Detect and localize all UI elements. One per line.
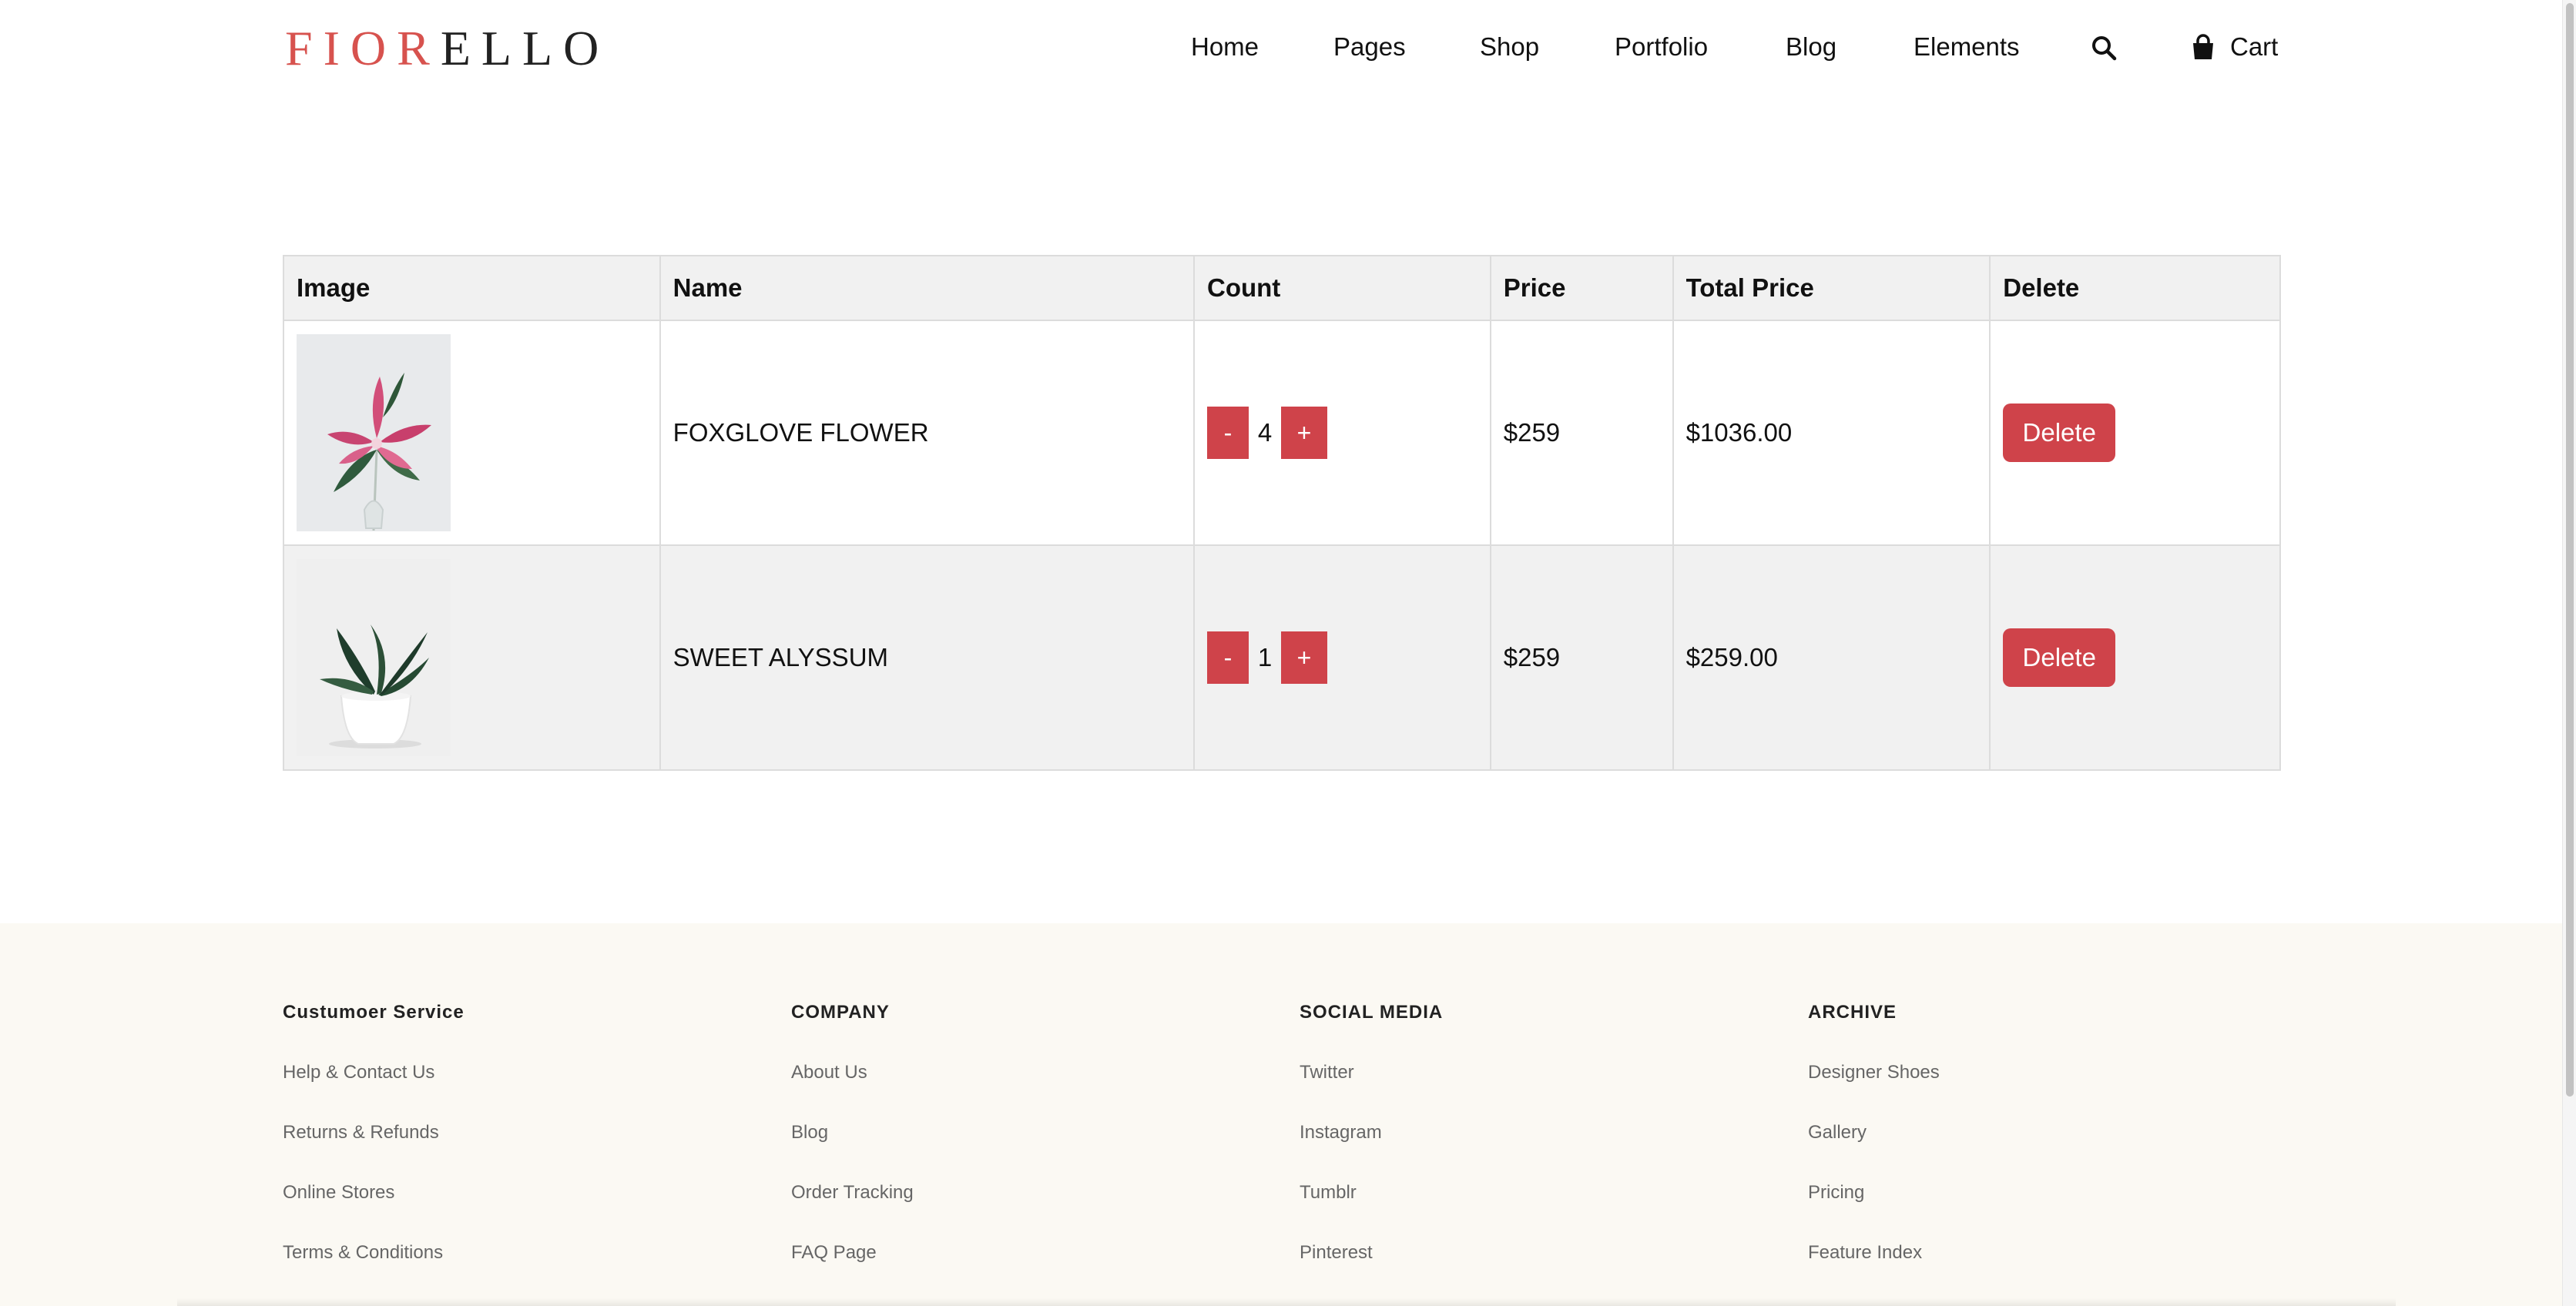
- footer-link[interactable]: Tumblr: [1300, 1148, 1443, 1208]
- site-header: FIORELLO Home Pages Shop Portfolio Blog …: [0, 0, 2576, 94]
- footer-link[interactable]: Pinterest: [1300, 1208, 1443, 1268]
- footer-link[interactable]: Blog: [791, 1088, 914, 1148]
- decrease-quantity-button[interactable]: -: [1207, 631, 1249, 684]
- site-footer: Custumoer Service Help & Contact Us Retu…: [0, 923, 2576, 1306]
- footer-link[interactable]: FAQ Page: [791, 1208, 914, 1268]
- footer-column-company: COMPANY About Us Blog Order Tracking FAQ…: [791, 997, 914, 1268]
- decrease-quantity-button[interactable]: -: [1207, 407, 1249, 459]
- count-cell: - 1 +: [1193, 544, 1491, 771]
- footer-column-title: SOCIAL MEDIA: [1300, 1002, 1444, 1023]
- product-image: [297, 559, 451, 756]
- footer-column-customer-service: Custumoer Service Help & Contact Us Retu…: [283, 997, 465, 1268]
- product-total-price: $259.00: [1672, 544, 1991, 771]
- footer-link[interactable]: Twitter: [1300, 1028, 1443, 1088]
- increase-quantity-button[interactable]: +: [1281, 631, 1327, 684]
- product-price: $259: [1489, 544, 1674, 771]
- product-image: [297, 334, 451, 531]
- footer-column-archive: ARCHIVE Designer Shoes Gallery Pricing F…: [1808, 997, 1940, 1268]
- footer-link[interactable]: Returns & Refunds: [283, 1088, 465, 1148]
- shopping-bag-icon[interactable]: [2189, 34, 2217, 62]
- header-name: Name: [659, 255, 1196, 321]
- footer-link[interactable]: Help & Contact Us: [283, 1028, 465, 1088]
- footer-shadow: [177, 1298, 2396, 1306]
- search-icon[interactable]: [2090, 34, 2118, 62]
- increase-quantity-button[interactable]: +: [1281, 407, 1327, 459]
- quantity-value: 1: [1257, 643, 1273, 671]
- logo-part-2: ELLO: [440, 21, 610, 75]
- footer-link[interactable]: Terms & Conditions: [283, 1208, 465, 1268]
- nav-cart[interactable]: Cart: [2230, 28, 2278, 66]
- footer-link[interactable]: Order Tracking: [791, 1148, 914, 1208]
- footer-link[interactable]: Online Stores: [283, 1148, 465, 1208]
- table-row: SWEET ALYSSUM - 1 + $259 $259.00 Delete: [283, 544, 2281, 771]
- footer-link[interactable]: Gallery: [1808, 1088, 1940, 1148]
- quantity-stepper: - 1 +: [1207, 631, 1478, 684]
- footer-column-title: ARCHIVE: [1808, 1002, 1897, 1023]
- product-image-cell: [283, 320, 661, 546]
- footer-link[interactable]: Instagram: [1300, 1088, 1443, 1148]
- product-total-price: $1036.00: [1672, 320, 1991, 546]
- delete-cell: Delete: [1989, 320, 2281, 546]
- product-price: $259: [1489, 320, 1674, 546]
- nav-blog[interactable]: Blog: [1786, 28, 1836, 66]
- header-count: Count: [1193, 255, 1491, 321]
- footer-link[interactable]: Pricing: [1808, 1148, 1940, 1208]
- footer-column-social-media: SOCIAL MEDIA Twitter Instagram Tumblr Pi…: [1300, 997, 1443, 1268]
- delete-button[interactable]: Delete: [2003, 404, 2116, 462]
- quantity-value: 4: [1257, 418, 1273, 447]
- header-total-price: Total Price: [1672, 255, 1991, 321]
- table-header-row: Image Name Count Price Total Price Delet…: [283, 255, 2281, 321]
- nav-home[interactable]: Home: [1191, 28, 1259, 66]
- logo-part-1: FIOR: [285, 21, 441, 75]
- header-image: Image: [283, 255, 661, 321]
- footer-link[interactable]: Designer Shoes: [1808, 1028, 1940, 1088]
- table-row: FOXGLOVE FLOWER - 4 + $259 $1036.00 Dele…: [283, 320, 2281, 546]
- product-image-cell: [283, 544, 661, 771]
- footer-link[interactable]: About Us: [791, 1028, 914, 1088]
- page-scrollbar[interactable]: [2562, 0, 2576, 1306]
- nav-portfolio[interactable]: Portfolio: [1615, 28, 1708, 66]
- footer-column-title: Custumoer Service: [283, 1002, 465, 1023]
- logo[interactable]: FIORELLO: [285, 22, 609, 75]
- product-name: FOXGLOVE FLOWER: [659, 320, 1196, 546]
- quantity-stepper: - 4 +: [1207, 407, 1478, 459]
- footer-column-title: COMPANY: [791, 1002, 890, 1023]
- nav-shop[interactable]: Shop: [1480, 28, 1539, 66]
- cart-table: Image Name Count Price Total Price Delet…: [283, 255, 2281, 771]
- delete-cell: Delete: [1989, 544, 2281, 771]
- nav-pages[interactable]: Pages: [1333, 28, 1406, 66]
- footer-link[interactable]: Feature Index: [1808, 1208, 1940, 1268]
- header-price: Price: [1489, 255, 1674, 321]
- product-name: SWEET ALYSSUM: [659, 544, 1196, 771]
- nav-elements[interactable]: Elements: [1914, 28, 2020, 66]
- header-delete: Delete: [1989, 255, 2281, 321]
- delete-button[interactable]: Delete: [2003, 628, 2116, 687]
- scrollbar-thumb[interactable]: [2566, 3, 2574, 1097]
- count-cell: - 4 +: [1193, 320, 1491, 546]
